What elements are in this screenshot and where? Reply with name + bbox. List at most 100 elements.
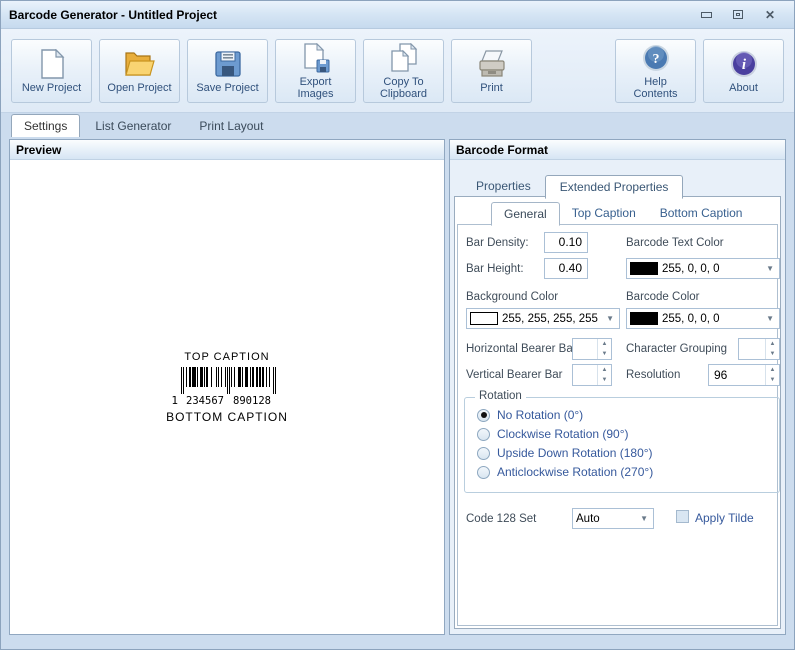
barcode-color-label: Barcode Color — [626, 291, 700, 303]
new-project-icon — [35, 48, 69, 80]
main-tab-strip: Settings List Generator Print Layout — [1, 113, 794, 137]
bar-density-input[interactable]: 0.10 — [544, 232, 588, 253]
spin-down-icon[interactable]: ▼ — [598, 349, 611, 359]
spin-down-icon[interactable]: ▼ — [598, 375, 611, 385]
code128-set-dropdown[interactable]: Auto ▼ — [572, 508, 654, 529]
svg-text:890128: 890128 — [233, 394, 271, 407]
radio-icon — [477, 447, 490, 460]
copy-to-clipboard-icon — [387, 42, 421, 74]
preview-header: Preview — [10, 140, 444, 160]
resolution-label: Resolution — [626, 369, 680, 381]
spin-up-icon[interactable]: ▲ — [766, 365, 779, 375]
toolbar-right-group: ? Help Contents i About — [615, 39, 784, 103]
barcode-format-header: Barcode Format — [450, 140, 785, 160]
color-swatch — [470, 312, 498, 325]
toolbar-button-label: Print — [480, 82, 503, 94]
extended-properties-page: General Top Caption Bottom Caption Bar D… — [454, 196, 781, 629]
background-color-dropdown[interactable]: 255, 255, 255, 255 ▼ — [466, 308, 620, 329]
open-project-icon — [123, 48, 157, 80]
chevron-down-icon: ▼ — [640, 514, 650, 523]
chevron-down-icon: ▼ — [766, 264, 776, 273]
vertical-bearer-bar-spinner[interactable]: ▲▼ — [572, 364, 612, 386]
toolbar-button-label: Open Project — [107, 82, 171, 94]
color-swatch — [630, 312, 658, 325]
barcode-text-color-label: Barcode Text Color — [626, 237, 724, 249]
barcode-format-body: Properties Extended Properties General T… — [450, 160, 785, 634]
vertical-bearer-bar-label: Vertical Bearer Bar — [466, 369, 563, 381]
help-contents-icon: ? — [639, 42, 673, 74]
new-project-button[interactable]: New Project — [11, 39, 92, 103]
caption-tab-strip: General Top Caption Bottom Caption — [491, 202, 754, 226]
tab-extended-properties[interactable]: Extended Properties — [545, 175, 684, 199]
tab-bottom-caption[interactable]: Bottom Caption — [648, 202, 755, 226]
tab-settings[interactable]: Settings — [11, 114, 80, 137]
spin-up-icon[interactable]: ▲ — [766, 339, 779, 349]
save-project-icon — [211, 48, 245, 80]
character-grouping-spinner[interactable]: ▲▼ — [738, 338, 780, 360]
bar-height-input[interactable]: 0.40 — [544, 258, 588, 279]
window-controls: ✕ — [698, 8, 786, 22]
toolbar-button-label: Help Contents — [633, 76, 677, 100]
radio-icon — [477, 466, 490, 479]
bar-height-label: Bar Height: — [466, 263, 524, 275]
radio-icon — [477, 428, 490, 441]
print-icon — [475, 48, 509, 80]
window-title: Barcode Generator - Untitled Project — [9, 8, 217, 22]
bar-density-label: Bar Density: — [466, 237, 529, 249]
toolbar-button-label: About — [729, 82, 758, 94]
background-color-label: Background Color — [466, 291, 558, 303]
open-project-button[interactable]: Open Project — [99, 39, 180, 103]
close-icon[interactable]: ✕ — [762, 8, 778, 22]
tab-list-generator[interactable]: List Generator — [82, 114, 184, 137]
preview-body: TOP CAPTION 1234567890128 BOTTOM CAPTION — [10, 160, 444, 634]
rotation-groupbox: Rotation No Rotation (0°) Clockwise Rota… — [464, 397, 780, 493]
export-images-button[interactable]: Export Images — [275, 39, 356, 103]
help-contents-button[interactable]: ? Help Contents — [615, 39, 696, 103]
chevron-down-icon: ▼ — [766, 314, 776, 323]
barcode-text-color-dropdown[interactable]: 255, 0, 0, 0 ▼ — [626, 258, 780, 279]
rotation-legend: Rotation — [475, 390, 526, 402]
spin-down-icon[interactable]: ▼ — [766, 349, 779, 359]
code128-set-label: Code 128 Set — [466, 513, 536, 525]
tab-top-caption[interactable]: Top Caption — [560, 202, 648, 226]
radio-no-rotation[interactable]: No Rotation (0°) — [477, 408, 583, 422]
radio-anticlockwise-rotation[interactable]: Anticlockwise Rotation (270°) — [477, 465, 653, 479]
title-bar: Barcode Generator - Untitled Project ✕ — [1, 1, 794, 29]
toolbar-left-group: New Project Open Project — [11, 39, 532, 103]
toolbar-button-label: Save Project — [196, 82, 258, 94]
spin-up-icon[interactable]: ▲ — [598, 365, 611, 375]
barcode-image: 1234567890128 — [171, 367, 283, 407]
radio-clockwise-rotation[interactable]: Clockwise Rotation (90°) — [477, 427, 629, 441]
minimize-icon[interactable] — [698, 8, 714, 22]
restore-icon[interactable] — [730, 8, 746, 22]
color-swatch — [630, 262, 658, 275]
content-area: Preview TOP CAPTION 1234567890128 BOTTOM… — [1, 137, 794, 649]
preview-panel: Preview TOP CAPTION 1234567890128 BOTTOM… — [9, 139, 445, 635]
export-images-icon — [299, 42, 333, 74]
horizontal-bearer-bar-spinner[interactable]: ▲▼ — [572, 338, 612, 360]
tab-print-layout[interactable]: Print Layout — [186, 114, 276, 137]
chevron-down-icon: ▼ — [606, 314, 616, 323]
save-project-button[interactable]: Save Project — [187, 39, 268, 103]
toolbar-button-label: Copy To Clipboard — [380, 76, 427, 100]
svg-text:234567: 234567 — [186, 394, 224, 407]
horizontal-bearer-bar-label: Horizontal Bearer Bar — [466, 343, 577, 355]
barcode-color-dropdown[interactable]: 255, 0, 0, 0 ▼ — [626, 308, 780, 329]
toolbar-button-label: Export Images — [297, 76, 333, 100]
resolution-spinner[interactable]: 96 ▲▼ — [708, 364, 780, 386]
spin-up-icon[interactable]: ▲ — [598, 339, 611, 349]
tab-general[interactable]: General — [491, 202, 560, 226]
about-button[interactable]: i About — [703, 39, 784, 103]
spin-down-icon[interactable]: ▼ — [766, 375, 779, 385]
svg-text:?: ? — [652, 52, 659, 67]
radio-icon — [477, 409, 490, 422]
barcode-top-caption: TOP CAPTION — [184, 351, 269, 363]
radio-upside-down-rotation[interactable]: Upside Down Rotation (180°) — [477, 446, 653, 460]
app-window: Barcode Generator - Untitled Project ✕ N… — [0, 0, 795, 650]
copy-to-clipboard-button[interactable]: Copy To Clipboard — [363, 39, 444, 103]
apply-tilde-label[interactable]: Apply Tilde — [695, 511, 754, 525]
apply-tilde-checkbox[interactable] — [676, 510, 689, 523]
print-button[interactable]: Print — [451, 39, 532, 103]
barcode-format-panel: Barcode Format Properties Extended Prope… — [449, 139, 786, 635]
character-grouping-label: Character Grouping — [626, 343, 727, 355]
